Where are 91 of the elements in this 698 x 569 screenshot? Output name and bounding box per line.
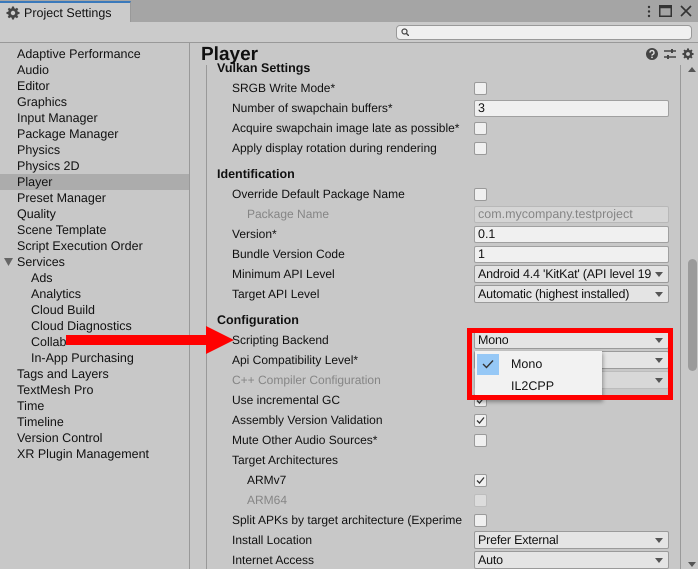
- sidebar-item[interactable]: Cloud Diagnostics: [0, 318, 132, 334]
- field-label: Mute Other Audio Sources*: [231, 433, 378, 447]
- input-field[interactable]: 1: [474, 246, 669, 262]
- sidebar-item[interactable]: Services: [0, 254, 65, 270]
- field-label: Api Compatibility Level*: [231, 353, 360, 367]
- sidebar-item[interactable]: In-App Purchasing: [0, 350, 134, 366]
- caret-icon: [655, 292, 663, 296]
- field-label: Package Name: [246, 207, 330, 221]
- dropdown[interactable]: Auto: [474, 551, 669, 569]
- sidebar-item[interactable]: Tags and Layers: [0, 366, 109, 382]
- sidebar-item[interactable]: XR Plugin Management: [0, 446, 150, 462]
- menu-item[interactable]: Mono: [475, 353, 602, 375]
- sidebar-item[interactable]: Ads: [0, 270, 53, 286]
- checkbox[interactable]: [474, 474, 487, 486]
- input-field[interactable]: 0.1: [474, 226, 669, 242]
- field-label: Minimum API Level: [231, 267, 336, 281]
- sidebar-item[interactable]: Physics: [0, 142, 60, 158]
- sidebar-item[interactable]: Scene Template: [0, 222, 106, 238]
- checkbox[interactable]: [474, 142, 487, 154]
- caret-icon: [655, 378, 663, 382]
- sidebar-item[interactable]: Package Manager: [0, 126, 118, 142]
- search-icon: [401, 28, 409, 36]
- help-icon[interactable]: [646, 48, 658, 60]
- section-heading: Identification: [217, 166, 296, 183]
- gear-icon: [6, 6, 20, 20]
- caret-icon: [655, 358, 663, 362]
- checkbox[interactable]: [474, 434, 487, 446]
- sidebar-item[interactable]: Quality: [0, 206, 56, 222]
- sidebar-item[interactable]: Input Manager: [0, 110, 98, 126]
- sidebar-item[interactable]: Collab: [0, 334, 66, 350]
- checkbox[interactable]: [474, 188, 487, 200]
- section-heading: Configuration: [217, 312, 300, 329]
- sidebar-item[interactable]: Audio: [0, 62, 49, 78]
- dropdown[interactable]: Prefer External: [474, 531, 669, 549]
- more-icon[interactable]: [647, 4, 651, 18]
- collapse-icon[interactable]: [4, 258, 13, 267]
- check-icon: [476, 416, 485, 424]
- field-label: Bundle Version Code: [231, 247, 346, 261]
- scrollbar-thumb[interactable]: [688, 259, 697, 371]
- field-label: ARMv7: [246, 473, 288, 487]
- field-label: Number of swapchain buffers*: [231, 101, 394, 115]
- maximize-icon[interactable]: [659, 5, 672, 17]
- panel-title: Player: [201, 44, 258, 65]
- field-label: Target Architectures: [231, 453, 340, 467]
- input-field[interactable]: 3: [474, 100, 669, 116]
- sidebar-item[interactable]: Version Control: [0, 430, 102, 446]
- scroll-down-icon[interactable]: [688, 562, 696, 567]
- checkbox[interactable]: [474, 414, 487, 426]
- field-label: Internet Access: [231, 553, 316, 567]
- sidebar-item[interactable]: Graphics: [0, 94, 68, 110]
- dropdown[interactable]: Automatic (highest installed): [474, 285, 669, 303]
- sidebar-item[interactable]: Adaptive Performance: [0, 46, 141, 62]
- sidebar-item[interactable]: Time: [0, 398, 44, 414]
- field-label: Scripting Backend: [231, 333, 330, 347]
- field-label: ARM64: [246, 493, 288, 507]
- field-label: Split APKs by target architecture (Experime: [231, 513, 464, 527]
- sliders-icon[interactable]: [664, 48, 676, 60]
- caret-icon: [655, 338, 663, 342]
- field-label: Override Default Package Name: [231, 187, 406, 201]
- checkbox[interactable]: [474, 82, 487, 94]
- sidebar-item[interactable]: Timeline: [0, 414, 64, 430]
- sidebar-item[interactable]: Analytics: [0, 286, 82, 302]
- dropdown[interactable]: Android 4.4 'KitKat' (API level 19: [474, 265, 669, 283]
- window-tab[interactable]: Project Settings: [0, 1, 131, 22]
- field-label: Target API Level: [231, 287, 320, 301]
- search-field[interactable]: [396, 24, 692, 40]
- sidebar-item[interactable]: TextMesh Pro: [0, 382, 94, 398]
- check-icon: [476, 476, 485, 484]
- sidebar-item[interactable]: Physics 2D: [0, 158, 80, 174]
- scroll-up-icon[interactable]: [688, 67, 696, 72]
- close-icon[interactable]: [680, 5, 692, 17]
- caret-icon: [655, 538, 663, 542]
- checkbox[interactable]: [474, 514, 487, 526]
- field-label: Use incremental GC: [231, 393, 342, 407]
- settings-icon[interactable]: [682, 48, 694, 60]
- field-label: Apply display rotation during rendering: [231, 141, 438, 155]
- sidebar-item[interactable]: Preset Manager: [0, 190, 106, 206]
- check-icon: [482, 359, 494, 369]
- field-label: Acquire swapchain image late as possible*: [231, 121, 460, 135]
- field-label: Install Location: [231, 533, 314, 547]
- sidebar-item[interactable]: Script Execution Order: [0, 238, 143, 254]
- field-label: Assembly Version Validation: [231, 413, 384, 427]
- sidebar-item[interactable]: Editor: [0, 78, 50, 94]
- field-label: SRGB Write Mode*: [231, 81, 336, 95]
- caret-icon: [655, 272, 663, 276]
- caret-icon: [655, 558, 663, 562]
- field-label: C++ Compiler Configuration: [231, 373, 382, 387]
- checkbox[interactable]: [474, 122, 487, 134]
- sidebar-item[interactable]: Player: [0, 174, 189, 190]
- sidebar-item[interactable]: Cloud Build: [0, 302, 95, 318]
- field-label: Version*: [231, 227, 278, 241]
